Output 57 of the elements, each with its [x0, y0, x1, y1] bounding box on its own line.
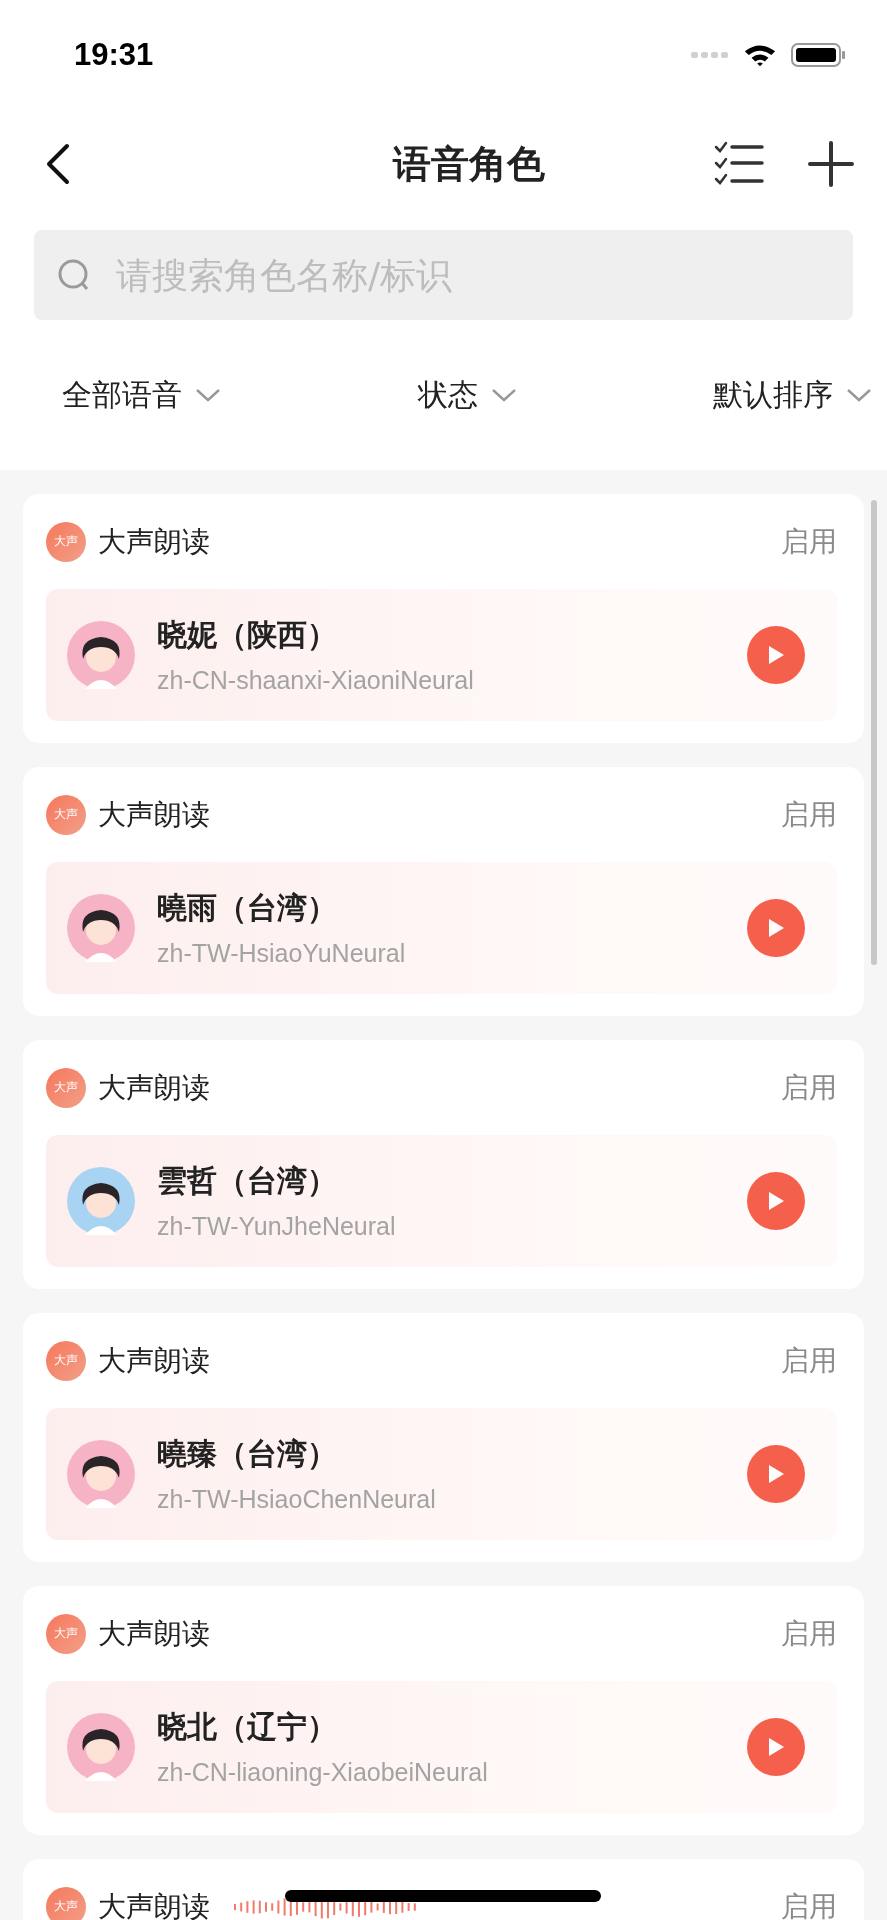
voice-id: zh-TW-HsiaoYuNeural	[157, 939, 407, 968]
voice-panel[interactable]: 雲哲（台湾） zh-TW-YunJheNeural	[46, 1135, 837, 1267]
voice-name: 晓妮（陕西）	[157, 616, 338, 654]
source-name: 大声朗读	[98, 1888, 210, 1920]
voice-id: zh-CN-shaanxi-XiaoniNeural	[157, 666, 475, 695]
play-button[interactable]	[747, 1718, 805, 1776]
play-icon	[766, 644, 786, 666]
status-label: 启用	[781, 1888, 837, 1920]
source-name: 大声朗读	[98, 523, 210, 560]
avatar-icon	[67, 1440, 135, 1508]
filter-dropdown[interactable]: 全部语音	[62, 374, 222, 416]
source-name: 大声朗读	[98, 1069, 210, 1106]
voice-id: zh-TW-YunJheNeural	[157, 1212, 397, 1241]
play-button[interactable]	[747, 899, 805, 957]
source-badge: 大声	[46, 794, 86, 835]
status-time: 19:31	[74, 37, 154, 73]
signal-icon	[691, 51, 729, 59]
source-badge: 大声	[46, 1340, 86, 1381]
avatar-icon	[67, 1167, 135, 1235]
play-button[interactable]	[747, 626, 805, 684]
play-icon	[766, 1463, 786, 1485]
voice-name: 晓北（辽宁）	[157, 1708, 338, 1746]
voice-name: 曉雨（台湾）	[157, 889, 338, 927]
filter-dropdown[interactable]: 状态	[417, 374, 518, 416]
play-icon	[766, 1190, 786, 1212]
status-label: 启用	[781, 1069, 837, 1106]
avatar-icon	[67, 894, 135, 962]
avatar-icon	[67, 621, 135, 689]
avatar-icon	[67, 1713, 135, 1781]
voice-panel[interactable]: 晓妮（陕西） zh-CN-shaanxi-XiaoniNeural	[46, 589, 837, 721]
source-badge: 大声	[46, 1067, 86, 1108]
play-button[interactable]	[747, 1172, 805, 1230]
voice-name: 雲哲（台湾）	[157, 1162, 338, 1200]
filter-dropdown[interactable]: 默认排序	[713, 374, 873, 416]
status-label: 启用	[781, 523, 837, 560]
status-label: 启用	[781, 1342, 837, 1379]
source-name: 大声朗读	[98, 1342, 210, 1379]
play-icon	[766, 917, 786, 939]
play-button[interactable]	[747, 1445, 805, 1503]
chevron-down-icon	[194, 387, 222, 403]
source-badge: 大声	[46, 1613, 86, 1654]
voice-panel[interactable]: 曉雨（台湾） zh-TW-HsiaoYuNeural	[46, 862, 837, 994]
source-name: 大声朗读	[98, 1615, 210, 1652]
page-title: 语音角色	[392, 140, 545, 188]
source-badge: 大声	[46, 1886, 86, 1920]
play-icon	[766, 1736, 786, 1758]
source-badge: 大声	[46, 521, 86, 562]
battery-icon	[791, 43, 847, 67]
chevron-down-icon	[845, 387, 873, 403]
voice-name: 曉臻（台湾）	[157, 1435, 338, 1473]
source-name: 大声朗读	[98, 796, 210, 833]
voice-panel[interactable]: 晓北（辽宁） zh-CN-liaoning-XiaobeiNeural	[46, 1681, 837, 1813]
voice-id: zh-TW-HsiaoChenNeural	[157, 1485, 437, 1514]
voice-panel[interactable]: 曉臻（台湾） zh-TW-HsiaoChenNeural	[46, 1408, 837, 1540]
status-label: 启用	[781, 796, 837, 833]
voice-id: zh-CN-liaoning-XiaobeiNeural	[157, 1758, 489, 1787]
status-label: 启用	[781, 1615, 837, 1652]
